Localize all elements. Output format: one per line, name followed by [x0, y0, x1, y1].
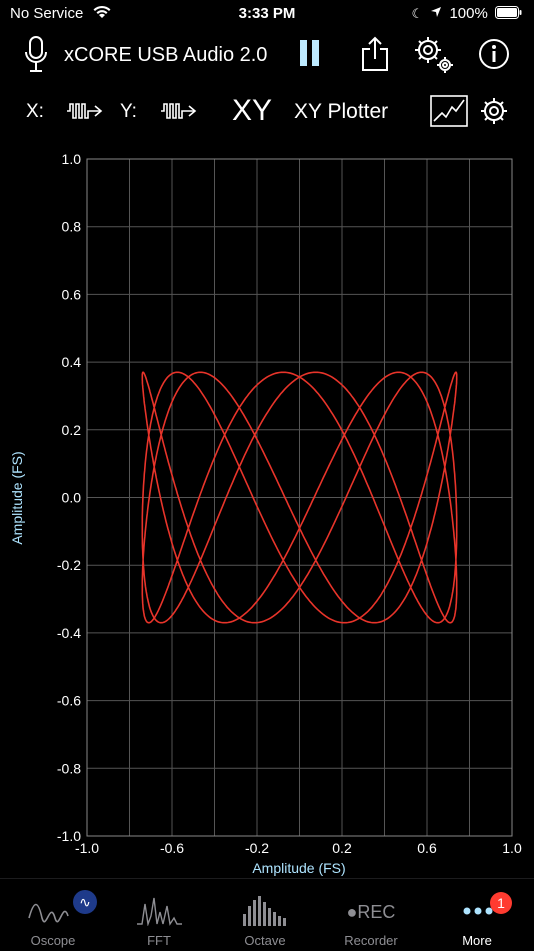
x-tick-label: 1.0: [502, 840, 522, 856]
y-tick-label: -0.8: [57, 760, 81, 776]
oscope-badge-icon: ∿: [73, 890, 97, 914]
plot-grid: [86, 158, 513, 837]
status-bar: No Service 3:33 PM ☾ 100%: [0, 0, 534, 28]
chart-view-icon[interactable]: [430, 95, 468, 127]
x-waveform-icon[interactable]: [66, 100, 104, 122]
moon-icon: ☾: [411, 6, 424, 21]
y-tick-label: -0.4: [57, 625, 81, 641]
location-arrow-icon: [431, 7, 442, 17]
tab-recorder[interactable]: ●REC Recorder: [318, 880, 424, 950]
x-tick-label: 0.2: [332, 840, 352, 856]
x-channel-label: X:: [26, 101, 44, 122]
x-axis-label: Amplitude (FS): [252, 860, 345, 876]
y-axis-label: Amplitude (FS): [9, 451, 25, 544]
tab-more-label: More: [462, 933, 492, 948]
y-tick-label: 0.4: [62, 354, 82, 370]
x-tick-label: 0.6: [417, 840, 437, 856]
sine-wave-icon: [28, 903, 69, 923]
y-waveform-icon[interactable]: [160, 100, 198, 122]
plot-settings-icon[interactable]: [479, 96, 509, 126]
more-badge: 1: [490, 892, 512, 914]
tab-recorder-label: Recorder: [344, 933, 398, 948]
xy-plot[interactable]: 1.0 0.8 0.6 0.4 0.2 0.0 -0.2 -0.4 -0.6 -0.8 -1.0 -…: [0, 140, 534, 880]
tab-oscope-label: Oscope: [30, 933, 76, 948]
tab-octave[interactable]: Octave: [212, 880, 318, 950]
tab-more[interactable]: 1 More: [424, 880, 530, 950]
battery-icon: [495, 6, 522, 19]
x-tick-label: -1.0: [75, 840, 99, 856]
tab-oscope[interactable]: ∿ Oscope: [0, 880, 106, 950]
pause-icon: [298, 40, 322, 66]
info-icon[interactable]: [478, 38, 510, 70]
xy-mode-button[interactable]: XY: [232, 94, 272, 128]
plot-type-label[interactable]: XY Plotter: [294, 100, 388, 124]
y-tick-label: 0.8: [62, 219, 82, 235]
battery-percent: 100%: [449, 5, 488, 22]
share-icon[interactable]: [361, 36, 389, 72]
x-tick-label: -0.6: [160, 840, 184, 856]
fft-icon: [137, 897, 182, 926]
tab-octave-label: Octave: [244, 933, 286, 948]
x-axis-ticks: -1.0 -0.6 -0.2 0.2 0.6 1.0: [75, 840, 522, 856]
tab-fft[interactable]: FFT: [106, 880, 212, 950]
tab-fft-label: FFT: [147, 933, 171, 948]
y-tick-label: -0.2: [57, 557, 81, 573]
y-tick-label: 0.2: [62, 422, 82, 438]
rec-icon: ●REC: [346, 902, 396, 922]
y-tick-label: -0.6: [57, 693, 81, 709]
more-dots-icon: [463, 907, 493, 915]
pause-button[interactable]: [298, 40, 322, 66]
status-right: ☾ 100%: [411, 5, 522, 22]
y-channel-label: Y:: [120, 101, 137, 122]
device-settings-icon[interactable]: [414, 36, 454, 74]
x-tick-label: -0.2: [245, 840, 269, 856]
y-tick-label: 1.0: [62, 151, 82, 167]
device-name[interactable]: xCORE USB Audio 2.0: [64, 44, 267, 67]
y-axis-ticks: 1.00.80.60.40.20.0-0.2-0.4-0.6-0.8-1.0: [57, 151, 81, 844]
octave-bars-icon: [243, 896, 286, 926]
y-tick-label: 0.0: [62, 490, 82, 506]
microphone-icon[interactable]: [24, 36, 48, 74]
y-tick-label: 0.6: [62, 286, 82, 302]
